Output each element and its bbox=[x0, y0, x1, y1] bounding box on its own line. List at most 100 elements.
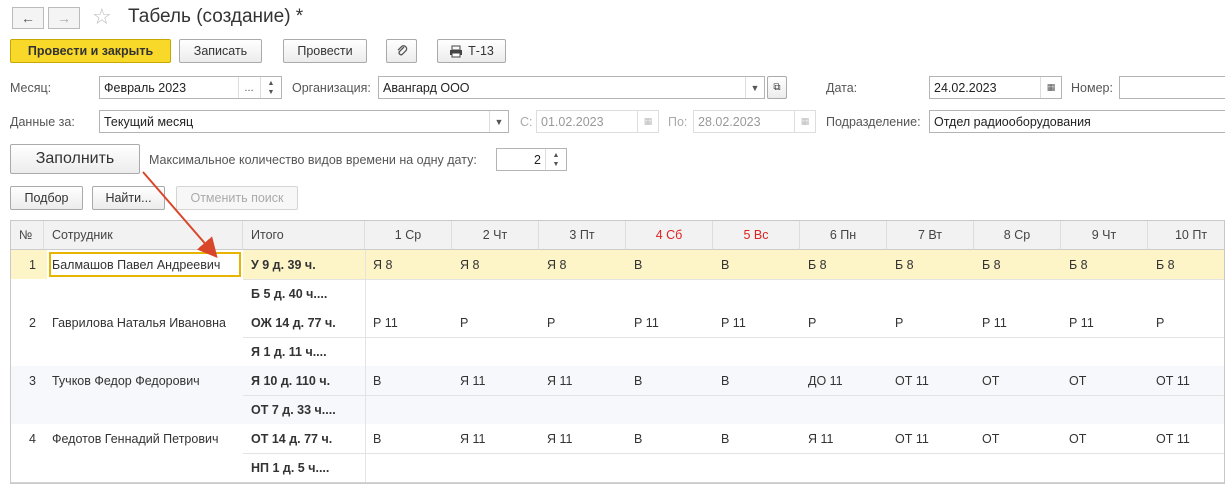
forward-button[interactable]: → bbox=[48, 7, 80, 29]
column-header-day[interactable]: 4 Сб bbox=[626, 221, 713, 250]
day-cell[interactable]: Я 11 bbox=[539, 366, 626, 395]
day-cell[interactable] bbox=[365, 279, 452, 308]
day-cell[interactable] bbox=[452, 395, 539, 424]
find-button[interactable]: Найти... bbox=[92, 186, 165, 210]
column-header-day[interactable]: 7 Вт bbox=[887, 221, 974, 250]
day-cell[interactable] bbox=[452, 453, 539, 482]
day-cell[interactable]: Р bbox=[452, 308, 539, 337]
day-cell[interactable] bbox=[539, 337, 626, 366]
row-number-cell[interactable]: 3 bbox=[21, 366, 44, 395]
day-cell[interactable]: Б 8 bbox=[800, 250, 887, 279]
day-cell[interactable] bbox=[887, 453, 974, 482]
day-cell[interactable]: Р 11 bbox=[1061, 308, 1148, 337]
day-cell[interactable]: Р bbox=[800, 308, 887, 337]
day-cell[interactable] bbox=[800, 279, 887, 308]
post-and-close-button[interactable]: Провести и закрыть bbox=[10, 39, 171, 63]
max-types-field[interactable]: 2 ▲ ▼ bbox=[496, 148, 567, 171]
data-for-dropdown-icon[interactable]: ▼ bbox=[489, 111, 508, 132]
select-button[interactable]: Подбор bbox=[10, 186, 83, 210]
day-cell[interactable]: Р 11 bbox=[713, 308, 800, 337]
day-cell[interactable]: ДО 11 bbox=[800, 366, 887, 395]
cancel-search-button[interactable]: Отменить поиск bbox=[176, 186, 298, 210]
column-header-day[interactable]: 9 Чт bbox=[1061, 221, 1148, 250]
day-cell[interactable] bbox=[887, 395, 974, 424]
employee-cell[interactable]: Федотов Геннадий Петрович bbox=[44, 424, 243, 453]
total-cell[interactable]: Б 5 д. 40 ч.... bbox=[243, 279, 365, 308]
day-cell[interactable] bbox=[365, 453, 452, 482]
total-cell[interactable]: Я 1 д. 11 ч.... bbox=[243, 337, 365, 366]
day-cell[interactable] bbox=[626, 337, 713, 366]
day-cell[interactable] bbox=[626, 395, 713, 424]
day-cell[interactable] bbox=[1148, 279, 1224, 308]
day-cell[interactable]: В bbox=[626, 366, 713, 395]
day-cell[interactable]: В bbox=[626, 424, 713, 453]
back-button[interactable]: ← bbox=[12, 7, 44, 29]
day-cell[interactable] bbox=[539, 453, 626, 482]
day-cell[interactable]: Р bbox=[539, 308, 626, 337]
total-cell[interactable]: У 9 д. 39 ч. bbox=[243, 250, 365, 279]
employee-cell[interactable]: Тучков Федор Федорович bbox=[44, 366, 243, 395]
day-cell[interactable] bbox=[365, 337, 452, 366]
day-cell[interactable] bbox=[887, 279, 974, 308]
day-cell[interactable] bbox=[713, 453, 800, 482]
calendar-icon[interactable]: ▦ bbox=[1040, 77, 1061, 98]
month-select-button[interactable]: ... bbox=[238, 77, 259, 98]
day-cell[interactable]: ОТ bbox=[1061, 424, 1148, 453]
day-cell[interactable] bbox=[800, 453, 887, 482]
print-t13-button[interactable]: Т-13 bbox=[437, 39, 506, 63]
save-button[interactable]: Записать bbox=[179, 39, 262, 63]
total-cell[interactable]: ОТ 7 д. 33 ч.... bbox=[243, 395, 365, 424]
favorite-star-icon[interactable]: ☆ bbox=[92, 4, 112, 30]
day-cell[interactable]: ОТ bbox=[974, 366, 1061, 395]
day-cell[interactable] bbox=[713, 279, 800, 308]
day-cell[interactable] bbox=[1061, 395, 1148, 424]
day-cell[interactable]: В bbox=[713, 366, 800, 395]
day-cell[interactable]: Б 8 bbox=[1061, 250, 1148, 279]
organization-open-button[interactable]: ⧉ bbox=[767, 76, 787, 99]
day-cell[interactable] bbox=[1148, 337, 1224, 366]
month-field[interactable]: Февраль 2023 ... ▲ ▼ bbox=[99, 76, 282, 99]
day-cell[interactable]: В bbox=[713, 424, 800, 453]
day-cell[interactable] bbox=[452, 337, 539, 366]
total-cell[interactable]: ОТ 14 д. 77 ч. bbox=[243, 424, 365, 453]
organization-field[interactable]: Авангард ООО ▼ bbox=[378, 76, 765, 99]
total-cell[interactable]: ОЖ 14 д. 77 ч. bbox=[243, 308, 365, 337]
day-cell[interactable]: Я 11 bbox=[539, 424, 626, 453]
day-cell[interactable]: В bbox=[365, 366, 452, 395]
day-cell[interactable] bbox=[1061, 337, 1148, 366]
day-cell[interactable]: Б 8 bbox=[887, 250, 974, 279]
row-number-cell[interactable]: 2 bbox=[21, 308, 44, 337]
total-cell[interactable]: Я 10 д. 110 ч. bbox=[243, 366, 365, 395]
post-button[interactable]: Провести bbox=[283, 39, 367, 63]
day-cell[interactable] bbox=[713, 337, 800, 366]
column-header-day[interactable]: 3 Пт bbox=[539, 221, 626, 250]
day-cell[interactable]: Р bbox=[887, 308, 974, 337]
day-cell[interactable]: Р bbox=[1148, 308, 1224, 337]
day-cell[interactable] bbox=[1148, 453, 1224, 482]
column-header-day[interactable]: 5 Вс bbox=[713, 221, 800, 250]
day-cell[interactable] bbox=[539, 395, 626, 424]
column-header-day[interactable]: 10 Пт bbox=[1148, 221, 1224, 250]
day-cell[interactable]: Я 8 bbox=[452, 250, 539, 279]
day-cell[interactable]: Б 8 bbox=[974, 250, 1061, 279]
day-cell[interactable]: Я 8 bbox=[365, 250, 452, 279]
row-number-cell[interactable]: 4 bbox=[21, 424, 44, 453]
day-cell[interactable]: ОТ bbox=[974, 424, 1061, 453]
day-cell[interactable]: ОТ 11 bbox=[1148, 424, 1224, 453]
column-header-number[interactable]: № bbox=[11, 221, 44, 250]
day-cell[interactable]: Я 11 bbox=[452, 424, 539, 453]
max-types-stepper[interactable]: ▲ ▼ bbox=[545, 149, 566, 170]
day-cell[interactable] bbox=[452, 279, 539, 308]
day-cell[interactable] bbox=[800, 395, 887, 424]
day-cell[interactable]: В bbox=[365, 424, 452, 453]
day-cell[interactable]: Я 8 bbox=[539, 250, 626, 279]
day-cell[interactable]: Я 11 bbox=[452, 366, 539, 395]
day-cell[interactable]: ОТ 11 bbox=[887, 424, 974, 453]
day-cell[interactable] bbox=[974, 395, 1061, 424]
month-stepper[interactable]: ▲ ▼ bbox=[260, 77, 281, 98]
day-cell[interactable] bbox=[539, 279, 626, 308]
day-cell[interactable]: Р 11 bbox=[974, 308, 1061, 337]
date-field[interactable]: 24.02.2023 ▦ bbox=[929, 76, 1062, 99]
day-cell[interactable] bbox=[800, 337, 887, 366]
day-cell[interactable]: Р 11 bbox=[626, 308, 713, 337]
